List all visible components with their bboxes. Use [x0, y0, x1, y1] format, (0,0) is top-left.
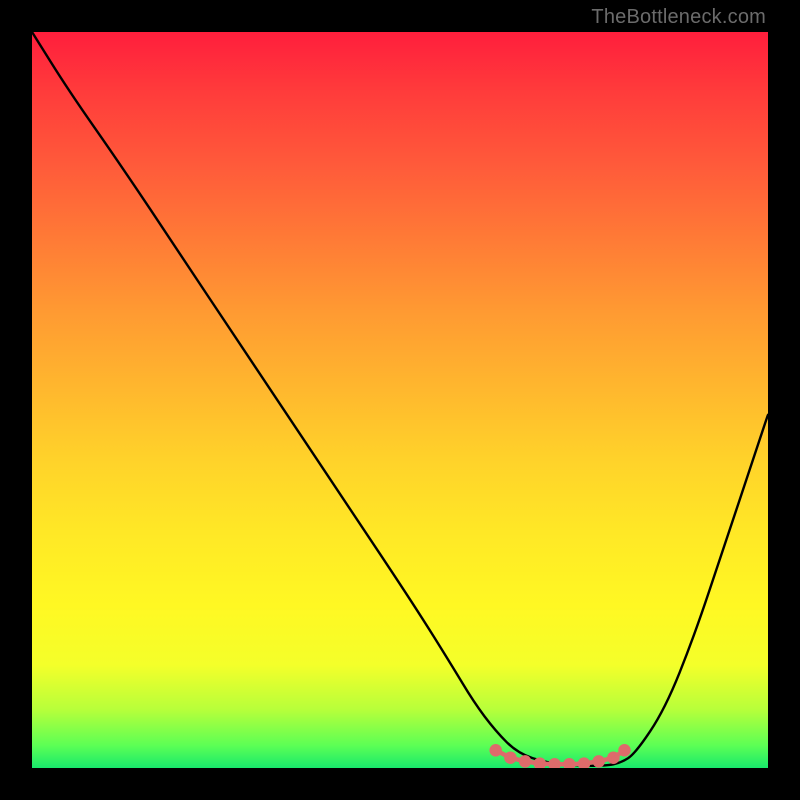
valley-marker-dot: [621, 746, 629, 754]
bottleneck-curve-svg: [32, 32, 768, 768]
watermark-text: TheBottleneck.com: [591, 6, 766, 29]
bottleneck-curve: [32, 32, 768, 766]
chart-frame: TheBottleneck.com: [0, 0, 800, 800]
plot-area: [32, 32, 768, 768]
